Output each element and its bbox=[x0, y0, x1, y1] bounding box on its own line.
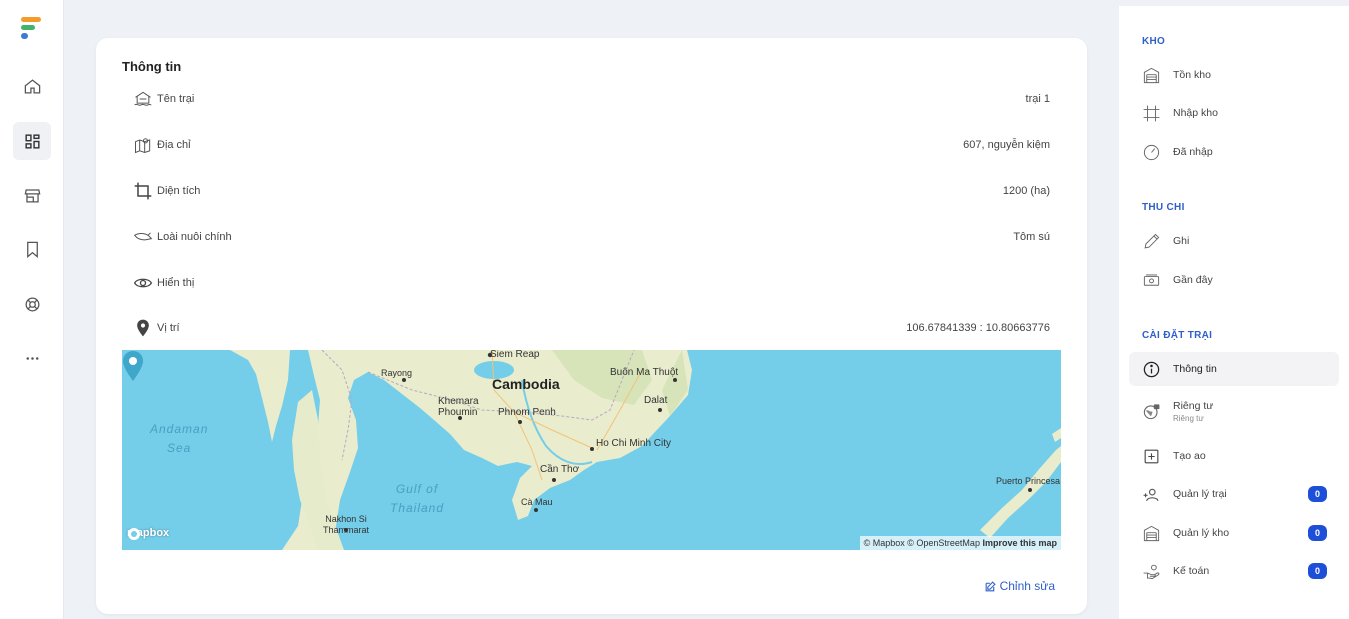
pencil-icon bbox=[1141, 231, 1161, 251]
globe-lock-icon bbox=[1141, 401, 1161, 421]
home-button[interactable] bbox=[13, 67, 51, 105]
cash-icon bbox=[1141, 270, 1161, 290]
row-location: Vị trí 106.67841339 : 10.80663776 bbox=[132, 316, 1050, 340]
map-label-hcmc: Ho Chi Minh City bbox=[596, 438, 672, 449]
map-label-nakhon: Nakhon Si Thammarat bbox=[323, 514, 370, 535]
dashboard-icon bbox=[24, 133, 40, 149]
mapbox-logo[interactable]: mapbox bbox=[127, 527, 169, 540]
app-logo[interactable] bbox=[21, 17, 43, 41]
map-marker-icon[interactable] bbox=[122, 350, 144, 382]
shrimp-icon bbox=[132, 227, 153, 248]
map-label-andaman: Andaman Sea bbox=[150, 422, 209, 455]
store-icon bbox=[24, 188, 40, 202]
badge-ke-toan: 0 bbox=[1308, 563, 1327, 579]
more-button[interactable] bbox=[13, 339, 51, 377]
left-rail bbox=[0, 0, 64, 619]
main-area: Thông tin Tên trại trại 1 Địa chỉ 607, n… bbox=[64, 6, 1119, 619]
home-icon bbox=[24, 78, 40, 93]
map-label-khemara-phoumin: Khemara Phoumin bbox=[438, 396, 479, 418]
row-farm-name: Tên trại trại 1 bbox=[132, 87, 1050, 111]
menu-quan-ly-trai[interactable]: Quản lý trại 0 bbox=[1129, 477, 1339, 511]
location-map[interactable]: Siem Reap Rayong Cambodia Buôn Ma Thuột … bbox=[122, 350, 1061, 550]
more-dots-icon bbox=[25, 356, 39, 360]
map-label-cambodia: Cambodia bbox=[492, 376, 560, 392]
badge-quan-ly-kho: 0 bbox=[1308, 525, 1327, 541]
eye-icon bbox=[132, 273, 153, 294]
add-square-icon bbox=[1141, 446, 1161, 466]
map-label-can-tho: Cần Thơ bbox=[540, 464, 580, 475]
support-button[interactable] bbox=[13, 285, 51, 323]
menu-ke-toan[interactable]: Kế toán 0 bbox=[1129, 554, 1339, 588]
improve-map-link[interactable]: Improve this map bbox=[982, 538, 1057, 548]
dashboard-button[interactable] bbox=[13, 122, 51, 160]
warehouse-icon bbox=[1141, 65, 1161, 85]
info-card: Thông tin Tên trại trại 1 Địa chỉ 607, n… bbox=[96, 38, 1087, 614]
menu-ton-kho[interactable]: Tồn kho bbox=[1129, 58, 1339, 92]
card-title: Thông tin bbox=[122, 59, 182, 74]
row-area: Diện tích 1200 (ha) bbox=[132, 179, 1050, 203]
map-label-phnom-penh: Phnom Penh bbox=[498, 407, 556, 418]
section-kho-title: KHO bbox=[1142, 36, 1166, 47]
edit-button[interactable]: Chỉnh sửa bbox=[984, 579, 1055, 593]
mapbox-logo-icon bbox=[128, 528, 140, 540]
menu-gan-day[interactable]: Gần đây bbox=[1129, 263, 1339, 297]
attribution-text[interactable]: © Mapbox © OpenStreetMap bbox=[864, 538, 980, 548]
warehouse-icon bbox=[1141, 523, 1161, 543]
section-cai-dat-title: CÀI ĐẶT TRẠI bbox=[1142, 330, 1213, 341]
store-button[interactable] bbox=[13, 176, 51, 214]
map-label-siem-reap: Siem Reap bbox=[490, 350, 540, 360]
gauge-icon bbox=[1141, 142, 1161, 162]
edit-icon bbox=[985, 580, 996, 591]
menu-quan-ly-kho[interactable]: Quản lý kho 0 bbox=[1129, 516, 1339, 550]
menu-ghi[interactable]: Ghi bbox=[1129, 224, 1339, 258]
map-attribution: © Mapbox © OpenStreetMap Improve this ma… bbox=[859, 536, 1061, 550]
menu-tao-ao[interactable]: Tạo ao bbox=[1129, 439, 1339, 473]
import-frame-icon bbox=[1141, 103, 1161, 123]
map-label-dalat: Dalat bbox=[644, 395, 668, 406]
map-address-icon bbox=[132, 135, 153, 156]
map-land bbox=[230, 350, 1061, 550]
menu-nhap-kho[interactable]: Nhập kho bbox=[1129, 96, 1339, 130]
hand-coin-icon bbox=[1141, 561, 1161, 581]
location-pin-icon bbox=[132, 318, 153, 339]
map-label-buon-ma-thuot: Buôn Ma Thuột bbox=[610, 367, 679, 378]
menu-thong-tin[interactable]: Thông tin bbox=[1129, 352, 1339, 386]
badge-quan-ly-trai: 0 bbox=[1308, 486, 1327, 502]
right-panel: KHO Tồn kho Nhập kho Đã nhập THU CHI Ghi… bbox=[1119, 6, 1349, 619]
crop-icon bbox=[132, 181, 153, 202]
lifebuoy-icon bbox=[25, 297, 39, 311]
info-icon bbox=[1141, 359, 1161, 379]
menu-da-nhap[interactable]: Đã nhập bbox=[1129, 135, 1339, 169]
users-add-icon bbox=[1141, 484, 1161, 504]
farm-icon bbox=[132, 89, 153, 110]
bookmark-icon bbox=[26, 241, 38, 258]
row-species: Loài nuôi chính Tôm sú bbox=[132, 225, 1050, 249]
map-label-puerto: Puerto Princesa bbox=[996, 476, 1061, 486]
section-thu-chi-title: THU CHI bbox=[1142, 202, 1185, 213]
row-address: Địa chỉ 607, nguyễn kiệm bbox=[132, 133, 1050, 157]
menu-rieng-tu[interactable]: Riêng tư Riêng tư bbox=[1129, 394, 1339, 428]
map-label-rayong: Rayong bbox=[381, 368, 413, 378]
map-label-ca-mau: Cà Mau bbox=[521, 497, 553, 507]
row-visibility: Hiển thị bbox=[132, 271, 1050, 295]
map-label-gulf: Gulf of Thailand bbox=[390, 482, 445, 515]
bookmark-button[interactable] bbox=[13, 230, 51, 268]
